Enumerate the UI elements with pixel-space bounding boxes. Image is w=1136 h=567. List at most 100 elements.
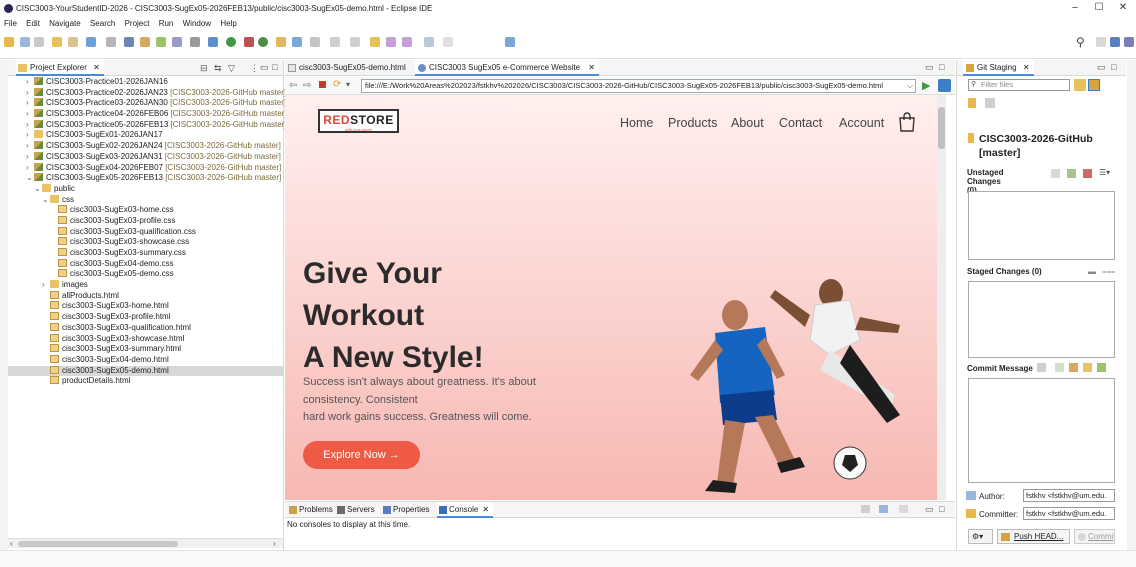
tab-web-browser[interactable]: CISC3003 SugEx05 e-Commerce Website ✕ (415, 60, 599, 76)
menu-edit[interactable]: Edit (26, 19, 40, 28)
open-type-icon[interactable] (276, 37, 286, 47)
back-icon[interactable] (386, 37, 396, 47)
horizontal-scrollbar[interactable]: ‹ › (8, 538, 283, 548)
tab-servers[interactable]: Servers (335, 502, 379, 518)
tree-item[interactable]: › CISC3003-SugEx04-2026FEB07 [CISC3003-20… (8, 162, 283, 174)
commit-button[interactable]: Commi (1074, 529, 1115, 544)
list-options-icon[interactable]: ☰▾ (1099, 168, 1110, 177)
compare-mode-icon[interactable] (1074, 79, 1086, 91)
settings-dropdown[interactable]: ⚙▾ (968, 529, 993, 544)
tree-item-selected[interactable]: cisc3003-SugEx05-demo.html (8, 365, 283, 377)
tree-item[interactable]: cisc3003-SugEx03-profile.css (8, 215, 283, 227)
tree-item[interactable]: allProducts.html (8, 290, 283, 302)
save-icon[interactable] (20, 37, 30, 47)
tree-item[interactable]: › CISC3003-Practice01-2026JAN16 (8, 77, 283, 88)
last-edit-icon[interactable] (370, 37, 380, 47)
stage-selected-icon[interactable] (1051, 169, 1060, 178)
tree-item[interactable]: cisc3003-SugEx03-qualification.html (8, 322, 283, 334)
unstaged-list[interactable] (968, 191, 1115, 260)
coverage-icon[interactable] (258, 37, 268, 47)
new-icon[interactable] (4, 37, 14, 47)
minimize-view-icon[interactable]: ▭ (925, 504, 934, 515)
view-menu-icon[interactable]: ⋮ (250, 63, 259, 74)
explore-now-button[interactable]: Explore Now → (303, 441, 420, 469)
nav-contact[interactable]: Contact (779, 116, 822, 130)
open-console-icon[interactable] (899, 505, 908, 513)
tree-item[interactable]: cisc3003-SugEx05-demo.css (8, 269, 283, 280)
tree-item[interactable]: › CISC3003-Practice03-2026JAN30 [CISC3003… (8, 98, 286, 109)
interface-icon[interactable] (172, 37, 182, 47)
nav-home[interactable]: Home (620, 116, 653, 130)
tree-item[interactable]: › CISC3003-Practice04-2026FEB06 [CISC3003… (8, 109, 287, 120)
git-perspective-icon[interactable] (1124, 37, 1134, 47)
scroll-thumb[interactable] (18, 541, 178, 547)
stop-icon[interactable] (319, 81, 326, 88)
refresh-icon[interactable]: ⟳ (333, 79, 341, 90)
tab-problems[interactable]: Problems (287, 502, 337, 518)
maximize-view-icon[interactable]: □ (1111, 62, 1116, 72)
scroll-left-icon[interactable]: ‹ (10, 539, 13, 548)
close-icon[interactable]: ✕ (93, 63, 100, 72)
maximize-view-icon[interactable]: □ (939, 62, 944, 72)
refresh-icon[interactable] (1088, 79, 1100, 91)
display-console-icon[interactable] (879, 505, 888, 513)
menu-window[interactable]: Window (183, 19, 211, 28)
tree-item[interactable]: ⌄ public (8, 183, 283, 195)
tree-item[interactable]: cisc3003-SugEx03-summary.html (8, 344, 283, 355)
tree-item[interactable]: cisc3003-SugEx04-demo.html (8, 354, 283, 366)
link-editor-icon[interactable]: ⇆ (214, 63, 222, 74)
debug-run-icon[interactable] (208, 37, 218, 47)
staged-list[interactable] (968, 281, 1115, 358)
minimize-view-icon[interactable]: ▭ (925, 62, 934, 73)
sign-off-icon[interactable] (1055, 363, 1064, 372)
menu-run[interactable]: Run (159, 19, 174, 28)
author-field[interactable]: fstkhv <fstkhv@um.edu. (1023, 489, 1115, 502)
forward-icon[interactable]: ⇨ (303, 80, 311, 91)
tree-item[interactable]: › CISC3003-Practice05-2026FEB13 [CISC3003… (8, 119, 287, 131)
commit-message-input[interactable] (968, 378, 1115, 483)
gerrit-icon[interactable] (1083, 363, 1092, 372)
tree-item[interactable]: ⌄ css (8, 194, 283, 206)
forward-nav-icon[interactable] (443, 37, 453, 47)
tree-item[interactable]: cisc3003-SugEx03-qualification.css (8, 226, 283, 238)
nav-products[interactable]: Products (668, 116, 717, 130)
tree-item[interactable]: › CISC3003-Practice02-2026JAN23 [CISC3003… (8, 87, 286, 99)
menu-project[interactable]: Project (125, 19, 150, 28)
url-dropdown-icon[interactable]: ⌵ (907, 81, 913, 91)
stage-all-icon[interactable] (1067, 169, 1076, 178)
close-icon[interactable]: ✕ (1111, 2, 1135, 13)
save-all-icon[interactable] (34, 37, 44, 47)
chevron-down-icon[interactable]: ▾ (346, 80, 350, 89)
change-id-icon[interactable] (1097, 363, 1106, 372)
build-icon[interactable] (190, 37, 200, 47)
close-icon[interactable]: ✕ (588, 63, 595, 72)
tree-item[interactable]: cisc3003-SugEx03-home.html (8, 301, 283, 312)
tree-item[interactable]: cisc3003-SugEx04-demo.css (8, 258, 283, 270)
minimize-icon[interactable]: – (1063, 2, 1087, 13)
tree-item[interactable]: › CISC3003-SugEx03-2026JAN31 [CISC3003-20… (8, 151, 283, 163)
go-icon[interactable]: ▶ (922, 79, 930, 92)
menu-navigate[interactable]: Navigate (49, 19, 81, 28)
minimize-view-icon[interactable]: ▭ (260, 62, 269, 73)
redstore-logo[interactable]: REDSTORE with-love-shore (318, 109, 399, 133)
tab-git-staging[interactable]: Git Staging ✕ (963, 60, 1034, 76)
unstage-icon[interactable]: ▬ (1088, 267, 1096, 276)
amend-icon[interactable] (1069, 363, 1078, 372)
search-icon[interactable]: ⚲ (1076, 35, 1085, 49)
web-perspective-icon[interactable] (1110, 37, 1120, 47)
commit-template-icon[interactable] (1037, 363, 1046, 372)
scroll-thumb[interactable] (938, 107, 945, 149)
open-perspective-icon[interactable] (505, 37, 515, 47)
tab-console[interactable]: Console ✕ (437, 502, 494, 518)
tree-item[interactable]: ⌄ CISC3003-SugEx05-2026FEB13 [CISC3003-20… (8, 173, 283, 184)
tab-html-source[interactable]: cisc3003-SugEx05-demo.html (285, 60, 410, 76)
tree-item[interactable]: cisc3003-SugEx03-home.css (8, 205, 283, 216)
shopping-bag-icon[interactable] (897, 111, 917, 133)
perspective-icon[interactable] (1096, 37, 1106, 47)
back-icon[interactable]: ⇦ (289, 80, 297, 91)
maximize-view-icon[interactable]: □ (939, 504, 944, 514)
prev-annotation-icon[interactable] (350, 37, 360, 47)
unstage-all-icon[interactable]: ⩶ (1102, 267, 1116, 277)
next-annotation-icon[interactable] (330, 37, 340, 47)
collapse-all-icon[interactable]: ⊟ (200, 63, 208, 74)
